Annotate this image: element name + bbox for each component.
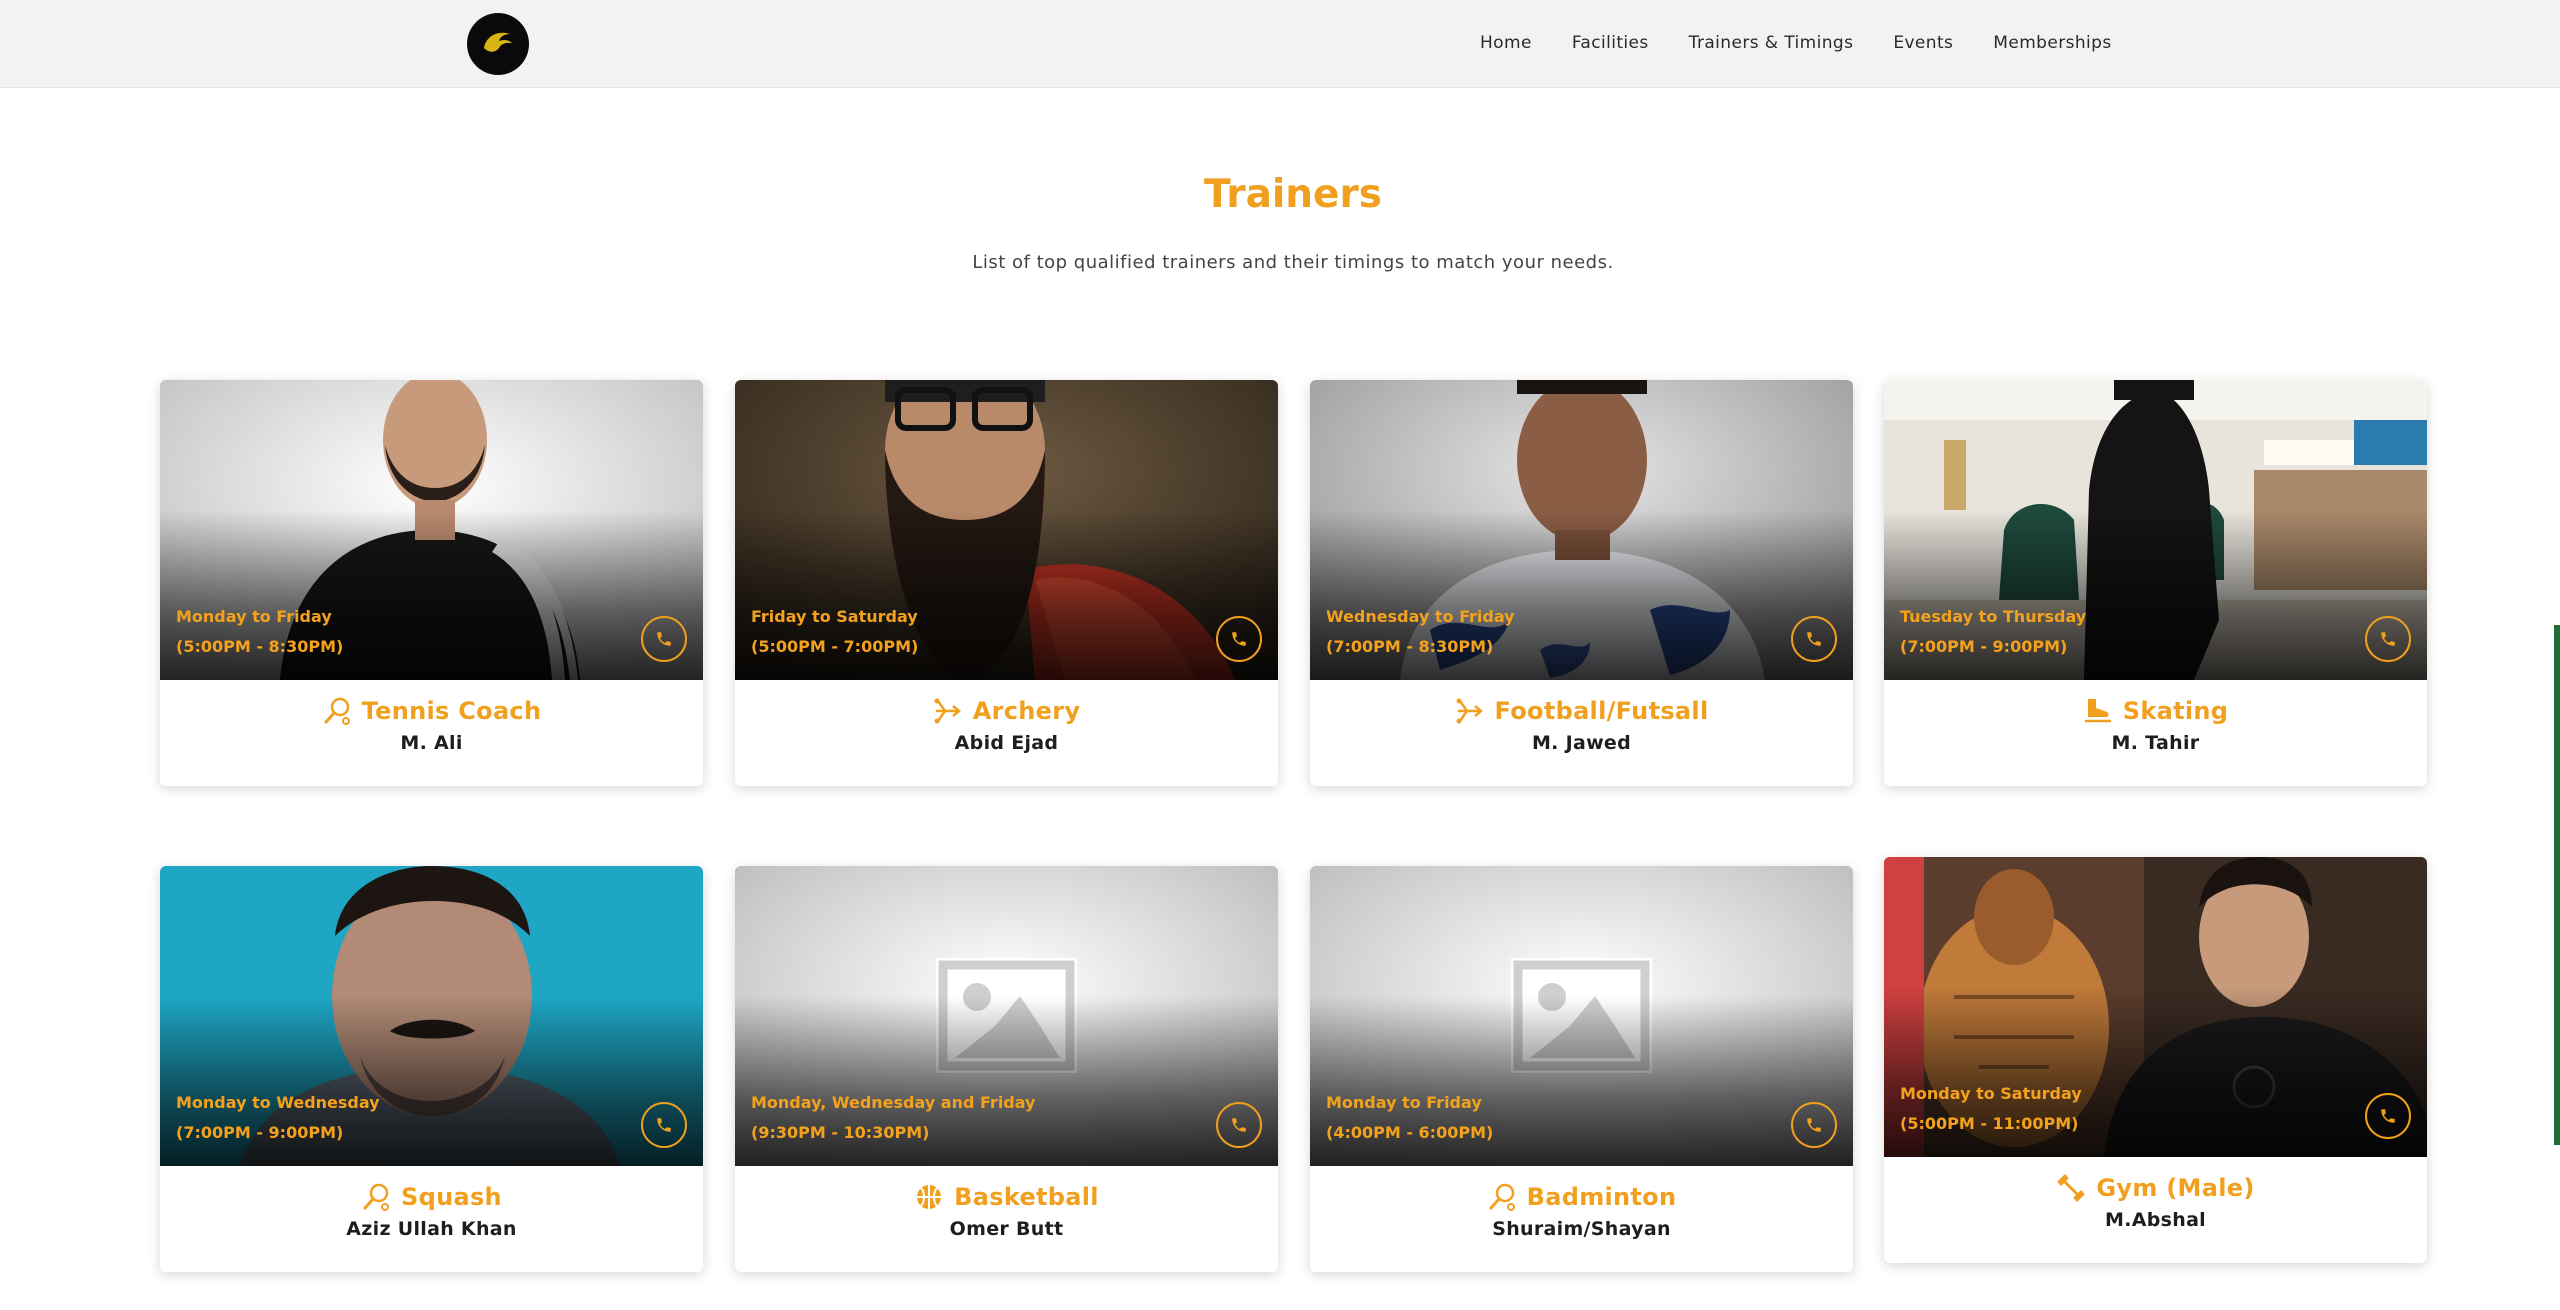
trainer-name: Aziz Ullah Khan — [346, 1218, 517, 1240]
nav-home[interactable]: Home — [1480, 33, 1532, 53]
racket-icon — [324, 697, 350, 725]
phone-icon — [657, 632, 671, 646]
trainer-name: M. Jawed — [1531, 732, 1632, 754]
trainer-hours: (7:00PM - 8:30PM) — [1326, 637, 1494, 656]
sport-name: Tennis Coach — [361, 697, 542, 725]
trainer-info: Football/Futsall M. Jawed — [1310, 680, 1853, 786]
trainer-timing: Wednesday to Friday (7:00PM - 8:30PM) — [1326, 602, 1515, 662]
sport-name: Gym (Male) — [2096, 1174, 2255, 1202]
top-navbar: Home Facilities Trainers & Timings Event… — [0, 0, 2560, 88]
trainer-timing: Monday to Saturday (5:00PM - 11:00PM) — [1900, 1079, 2082, 1139]
scroll-indicator[interactable] — [2554, 625, 2560, 1145]
trainer-days: Monday to Friday — [1326, 1093, 1482, 1112]
main-nav: Home Facilities Trainers & Timings Event… — [1480, 0, 2112, 86]
call-button[interactable] — [1216, 1102, 1262, 1148]
skate-icon — [2084, 699, 2111, 723]
trainer-hours: (5:00PM - 7:00PM) — [751, 637, 919, 656]
trainer-info: Badminton Shuraim/Shayan — [1310, 1166, 1853, 1272]
trainer-hours: (4:00PM - 6:00PM) — [1326, 1123, 1494, 1142]
trainer-hours: (5:00PM - 8:30PM) — [176, 637, 344, 656]
trainer-hours: (7:00PM - 9:00PM) — [1900, 637, 2068, 656]
trainer-card: Monday to Friday (4:00PM - 6:00PM) Badmi… — [1310, 866, 1853, 1272]
nav-memberships[interactable]: Memberships — [1993, 33, 2111, 53]
trainer-name: M. Tahir — [2111, 732, 2200, 754]
trainer-days: Monday, Wednesday and Friday — [751, 1093, 1036, 1112]
phone-icon — [1807, 1118, 1821, 1132]
trainer-days: Monday to Saturday — [1900, 1084, 2082, 1103]
phone-icon — [1807, 632, 1821, 646]
trainer-card: Monday, Wednesday and Friday (9:30PM - 1… — [735, 866, 1278, 1272]
trainer-photo: Monday to Friday (4:00PM - 6:00PM) — [1310, 866, 1853, 1166]
sport-name: Basketball — [954, 1183, 1099, 1211]
trainer-photo: Friday to Saturday (5:00PM - 7:00PM) — [735, 380, 1278, 680]
eagle-logo-icon[interactable] — [467, 13, 529, 75]
trainer-photo: Monday, Wednesday and Friday (9:30PM - 1… — [735, 866, 1278, 1166]
trainer-timing: Monday, Wednesday and Friday (9:30PM - 1… — [751, 1088, 1035, 1148]
football-icon — [1456, 698, 1483, 724]
phone-icon — [1232, 1118, 1246, 1132]
call-button[interactable] — [1791, 616, 1837, 662]
trainer-timing: Monday to Wednesday (7:00PM - 9:00PM) — [176, 1088, 380, 1148]
archery-icon — [934, 698, 961, 724]
call-button[interactable] — [1791, 1102, 1837, 1148]
trainer-photo: Wednesday to Friday (7:00PM - 8:30PM) — [1310, 380, 1853, 680]
racket-icon — [363, 1183, 390, 1211]
trainer-days: Friday to Saturday — [751, 607, 918, 626]
nav-facilities[interactable]: Facilities — [1572, 33, 1649, 53]
trainer-days: Monday to Wednesday — [176, 1093, 380, 1112]
trainer-name: M.Abshal — [2105, 1209, 2206, 1231]
sport-name: Badminton — [1526, 1183, 1677, 1211]
call-button[interactable] — [641, 616, 687, 662]
call-button[interactable] — [641, 1102, 687, 1148]
trainer-hours: (5:00PM - 11:00PM) — [1900, 1114, 2079, 1133]
call-button[interactable] — [2365, 616, 2411, 662]
racket-icon — [1489, 1183, 1515, 1211]
trainer-photo: Monday to Friday (5:00PM - 8:30PM) — [160, 380, 703, 680]
trainer-photo: Monday to Saturday (5:00PM - 11:00PM) — [1884, 857, 2427, 1157]
trainer-name: M. Ali — [400, 732, 463, 754]
trainer-days: Tuesday to Thursday — [1900, 607, 2087, 626]
trainer-info: Squash Aziz Ullah Khan — [160, 1166, 703, 1272]
trainer-photo: Monday to Wednesday (7:00PM - 9:00PM) — [160, 866, 703, 1166]
trainer-photo: Tuesday to Thursday (7:00PM - 9:00PM) — [1884, 380, 2427, 680]
trainer-info: Tennis Coach M. Ali — [160, 680, 703, 786]
sport-name: Archery — [972, 697, 1081, 725]
trainer-card: Wednesday to Friday (7:00PM - 8:30PM) Fo… — [1310, 380, 1853, 786]
section-title: Trainers — [1204, 172, 1382, 217]
trainer-hours: (9:30PM - 10:30PM) — [751, 1123, 930, 1142]
phone-icon — [2381, 1109, 2395, 1123]
trainer-timing: Monday to Friday (5:00PM - 8:30PM) — [176, 602, 343, 662]
basketball-icon — [917, 1185, 942, 1209]
phone-icon — [2381, 632, 2395, 646]
nav-events[interactable]: Events — [1893, 33, 1953, 53]
trainer-card: Monday to Friday (5:00PM - 8:30PM) Tenni… — [160, 380, 703, 786]
trainer-name: Omer Butt — [949, 1218, 1064, 1240]
trainer-info: Archery Abid Ejad — [735, 680, 1278, 786]
trainer-hours: (7:00PM - 9:00PM) — [176, 1123, 344, 1142]
trainer-name: Abid Ejad — [954, 732, 1059, 754]
phone-icon — [657, 1118, 671, 1132]
call-button[interactable] — [1216, 616, 1262, 662]
sport-name: Football/Futsall — [1494, 697, 1709, 725]
sport-name: Skating — [2122, 697, 2229, 725]
trainer-card: Friday to Saturday (5:00PM - 7:00PM) Arc… — [735, 380, 1278, 786]
nav-trainers-timings[interactable]: Trainers & Timings — [1689, 33, 1854, 53]
trainer-card: Monday to Saturday (5:00PM - 11:00PM) Gy… — [1884, 857, 2427, 1263]
trainer-info: Skating M. Tahir — [1884, 680, 2427, 786]
trainer-info: Basketball Omer Butt — [735, 1166, 1278, 1272]
section-subtitle: List of top qualified trainers and their… — [972, 252, 1614, 273]
trainer-card: Tuesday to Thursday (7:00PM - 9:00PM) Sk… — [1884, 380, 2427, 786]
trainer-days: Monday to Friday — [176, 607, 332, 626]
trainer-timing: Monday to Friday (4:00PM - 6:00PM) — [1326, 1088, 1493, 1148]
trainer-name: Shuraim/Shayan — [1492, 1218, 1671, 1240]
trainer-timing: Tuesday to Thursday (7:00PM - 9:00PM) — [1900, 602, 2086, 662]
trainer-info: Gym (Male) M.Abshal — [1884, 1157, 2427, 1263]
phone-icon — [1232, 632, 1246, 646]
dumbbell-icon — [2057, 1174, 2085, 1202]
sport-name: Squash — [401, 1183, 502, 1211]
trainer-timing: Friday to Saturday (5:00PM - 7:00PM) — [751, 602, 918, 662]
trainer-days: Wednesday to Friday — [1326, 607, 1515, 626]
trainer-card: Monday to Wednesday (7:00PM - 9:00PM) Sq… — [160, 866, 703, 1272]
call-button[interactable] — [2365, 1093, 2411, 1139]
